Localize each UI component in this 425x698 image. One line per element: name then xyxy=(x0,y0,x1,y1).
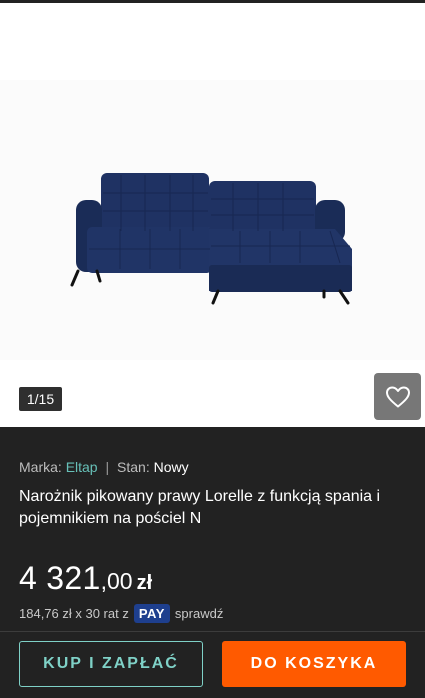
meta-separator: | xyxy=(105,459,110,475)
sofa-product-image xyxy=(0,3,425,427)
favorite-button[interactable] xyxy=(374,373,421,420)
brand-link[interactable]: Eltap xyxy=(66,459,98,475)
add-to-cart-button[interactable]: DO KOSZYKA xyxy=(222,641,406,687)
installments-info: 184,76 zł x 30 rat z PAY sprawdź xyxy=(19,604,223,623)
price-currency: zł xyxy=(136,572,153,594)
product-details: Marka: Eltap | Stan: Nowy Narożnik pikow… xyxy=(0,427,425,698)
heart-outline-icon xyxy=(385,386,410,407)
buy-now-button[interactable]: KUP I ZAPŁAĆ xyxy=(19,641,203,687)
product-gallery[interactable]: 1/15 xyxy=(0,3,425,427)
pay-logo: PAY xyxy=(133,604,170,623)
brand-label: Marka: xyxy=(19,459,62,475)
product-meta: Marka: Eltap | Stan: Nowy xyxy=(19,459,189,475)
installments-check-link[interactable]: sprawdź xyxy=(175,606,223,621)
image-counter: 1/15 xyxy=(19,387,62,411)
condition-value: Nowy xyxy=(153,459,189,475)
price-decimal: ,00 xyxy=(100,568,133,594)
price-integer: 4 321 xyxy=(19,560,101,596)
condition-label: Stan: xyxy=(117,459,150,475)
divider xyxy=(0,631,425,632)
installments-text: 184,76 zł x 30 rat z xyxy=(19,606,129,621)
product-title: Narożnik pikowany prawy Lorelle z funkcj… xyxy=(19,488,381,527)
product-price: 4 321,00 zł xyxy=(19,560,152,597)
